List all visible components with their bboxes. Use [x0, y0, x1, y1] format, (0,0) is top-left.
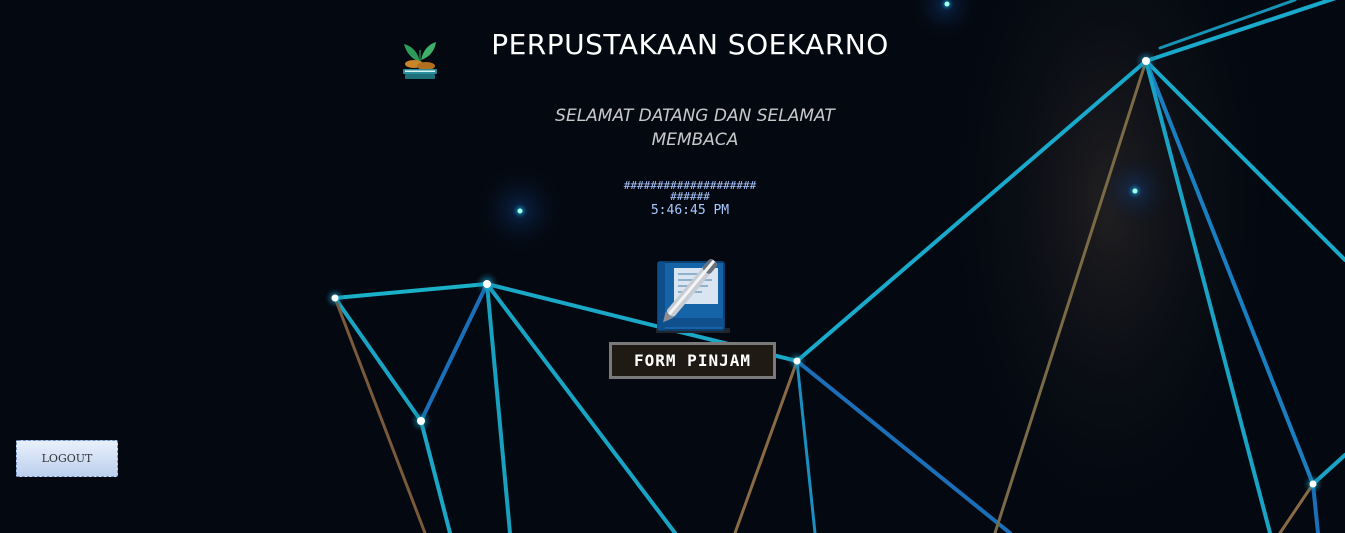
book-pen-icon[interactable]: [650, 258, 732, 336]
welcome-message: SELAMAT DATANG DAN SELAMAT MEMBACA: [540, 104, 850, 152]
book-leaf-logo-icon: [403, 42, 437, 79]
clock-time: 5:46:45 PM: [650, 203, 730, 218]
form-pinjam-button[interactable]: FORM PINJAM: [609, 342, 776, 379]
welcome-line-1: SELAMAT DATANG DAN SELAMAT: [555, 106, 835, 126]
clock-display: #################### ###### 5:46:45 PM: [600, 180, 780, 219]
page-title: PERPUSTAKAAN SOEKARNO: [491, 28, 889, 61]
clock-mask-line-2: ######: [670, 190, 710, 203]
logout-button[interactable]: LOGOUT: [16, 440, 118, 477]
welcome-line-2: MEMBACA: [651, 130, 739, 150]
